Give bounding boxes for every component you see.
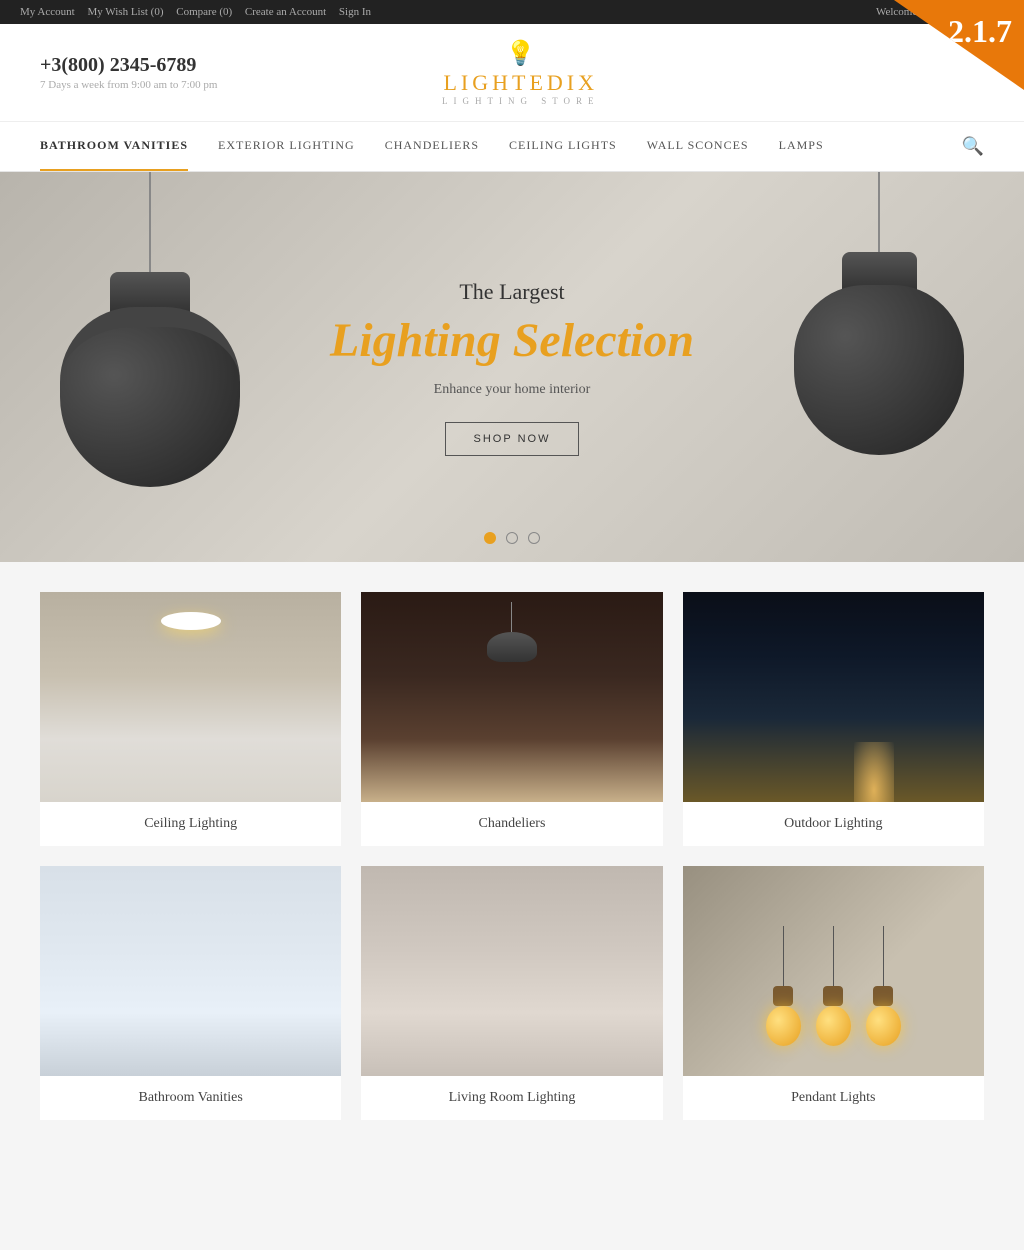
hero-title: Lighting Selection: [330, 313, 694, 368]
main-nav: BATHROOM VANITIES EXTERIOR LIGHTING CHAN…: [0, 122, 1024, 172]
compare-link[interactable]: Compare (0): [176, 6, 232, 18]
room-ceiling-illustration: [40, 592, 341, 802]
product-label-living: Living Room Lighting: [449, 1076, 576, 1120]
lamp-wire-right: [878, 172, 880, 252]
product-grid-row1: Ceiling Lighting Chandeliers: [40, 592, 984, 846]
outdoor-glow: [854, 742, 894, 802]
hero-lamp-right: [794, 172, 964, 455]
product-grid-row2: Bathroom Vanities Living Room Lighting: [40, 866, 984, 1120]
search-icon[interactable]: 🔍: [962, 136, 984, 157]
business-hours: 7 Days a week from 9:00 am to 7:00 pm: [40, 79, 218, 91]
logo[interactable]: 💡 LIGHTEDIX LIGHTING STORE: [442, 39, 600, 106]
nav-exterior-lighting[interactable]: EXTERIOR LIGHTING: [218, 122, 355, 171]
phone-section: +3(800) 2345-6789 7 Days a week from 9:0…: [40, 54, 218, 91]
pendant-shade: [487, 632, 537, 662]
bulb-item-1: [766, 926, 801, 1046]
bulb-item-3: [866, 926, 901, 1046]
room-pendant-illustration: [683, 866, 984, 1076]
bulb-item-2: [816, 926, 851, 1046]
room-living-illustration: [361, 866, 662, 1076]
create-account-link[interactable]: Create an Account: [245, 6, 326, 18]
bulb-globe-3: [866, 1006, 901, 1046]
nav-wall-sconces[interactable]: WALL SCONCES: [647, 122, 749, 171]
carousel-dot-2[interactable]: [506, 532, 518, 544]
room-dining-illustration: [361, 592, 662, 802]
phone-number: +3(800) 2345-6789: [40, 54, 218, 77]
product-card-pendant[interactable]: Pendant Lights: [683, 866, 984, 1120]
logo-tagline: LIGHTING STORE: [442, 96, 600, 106]
nav-bathroom-vanities[interactable]: BATHROOM VANITIES: [40, 122, 188, 171]
product-card-chandeliers[interactable]: Chandeliers: [361, 592, 662, 846]
shop-now-button[interactable]: SHOP NOW: [445, 422, 580, 456]
bulb-holder-2: [823, 986, 843, 1006]
top-bar-links: My Account My Wish List (0) Compare (0) …: [20, 6, 381, 18]
logo-icon: 💡: [506, 39, 536, 68]
product-card-outdoor[interactable]: Outdoor Lighting: [683, 592, 984, 846]
product-image-living: [361, 866, 662, 1076]
product-card-living[interactable]: Living Room Lighting: [361, 866, 662, 1120]
product-image-chandeliers: [361, 592, 662, 802]
room-bathroom-illustration: [40, 866, 341, 1076]
product-section: Ceiling Lighting Chandeliers: [0, 562, 1024, 1170]
logo-name-part1: LIGHTE: [443, 70, 546, 95]
logo-name-part2: DIX: [547, 70, 598, 95]
room-outdoor-illustration: [683, 592, 984, 802]
bulb-globe-1: [766, 1006, 801, 1046]
product-label-outdoor: Outdoor Lighting: [784, 802, 882, 846]
product-label-chandeliers: Chandeliers: [479, 802, 546, 846]
product-card-ceiling[interactable]: Ceiling Lighting: [40, 592, 341, 846]
top-bar: My Account My Wish List (0) Compare (0) …: [0, 0, 1024, 24]
signin-link[interactable]: Sign In: [339, 6, 371, 18]
bulb-globe-2: [816, 1006, 851, 1046]
nav-chandeliers[interactable]: CHANDELIERS: [385, 122, 479, 171]
product-label-pendant: Pendant Lights: [791, 1076, 875, 1120]
hero-lamp-left: [60, 172, 240, 487]
nav-lamps[interactable]: LAMPS: [779, 122, 824, 171]
wishlist-link[interactable]: My Wish List (0): [87, 6, 163, 18]
nav-ceiling-lights[interactable]: CEILING LIGHTS: [509, 122, 617, 171]
product-image-pendant: [683, 866, 984, 1076]
ceiling-lamp-illustration: [161, 612, 221, 630]
product-card-bathroom[interactable]: Bathroom Vanities: [40, 866, 341, 1120]
product-image-bathroom: [40, 866, 341, 1076]
bulb-holder-1: [773, 986, 793, 1006]
product-image-ceiling: [40, 592, 341, 802]
hero-description: Enhance your home interior: [330, 382, 694, 398]
lamp-wire-left: [149, 172, 151, 272]
product-label-ceiling: Ceiling Lighting: [144, 802, 237, 846]
hero-content: The Largest Lighting Selection Enhance y…: [330, 279, 694, 456]
bulb-cord-1: [783, 926, 784, 986]
product-label-bathroom: Bathroom Vanities: [138, 1076, 242, 1120]
hero-banner: The Largest Lighting Selection Enhance y…: [0, 172, 1024, 562]
bulb-holder-3: [873, 986, 893, 1006]
lamp-body-right: [794, 285, 964, 455]
hero-carousel-dots: [484, 532, 540, 544]
bulb-cord-2: [833, 926, 834, 986]
lamp-cap-left: [110, 272, 190, 312]
header: +3(800) 2345-6789 7 Days a week from 9:0…: [0, 24, 1024, 122]
carousel-dot-1[interactable]: [484, 532, 496, 544]
bulb-group: [766, 896, 901, 1046]
pendant-lamp-illustration: [487, 602, 537, 662]
logo-name: LIGHTEDIX: [443, 70, 598, 96]
my-account-link[interactable]: My Account: [20, 6, 75, 18]
lamp-body-left: [60, 307, 240, 487]
product-image-outdoor: [683, 592, 984, 802]
hero-subtitle: The Largest: [330, 279, 694, 305]
version-number: 2.1.7: [948, 15, 1012, 47]
pendant-wire: [511, 602, 512, 632]
bulb-cord-3: [883, 926, 884, 986]
carousel-dot-3[interactable]: [528, 532, 540, 544]
